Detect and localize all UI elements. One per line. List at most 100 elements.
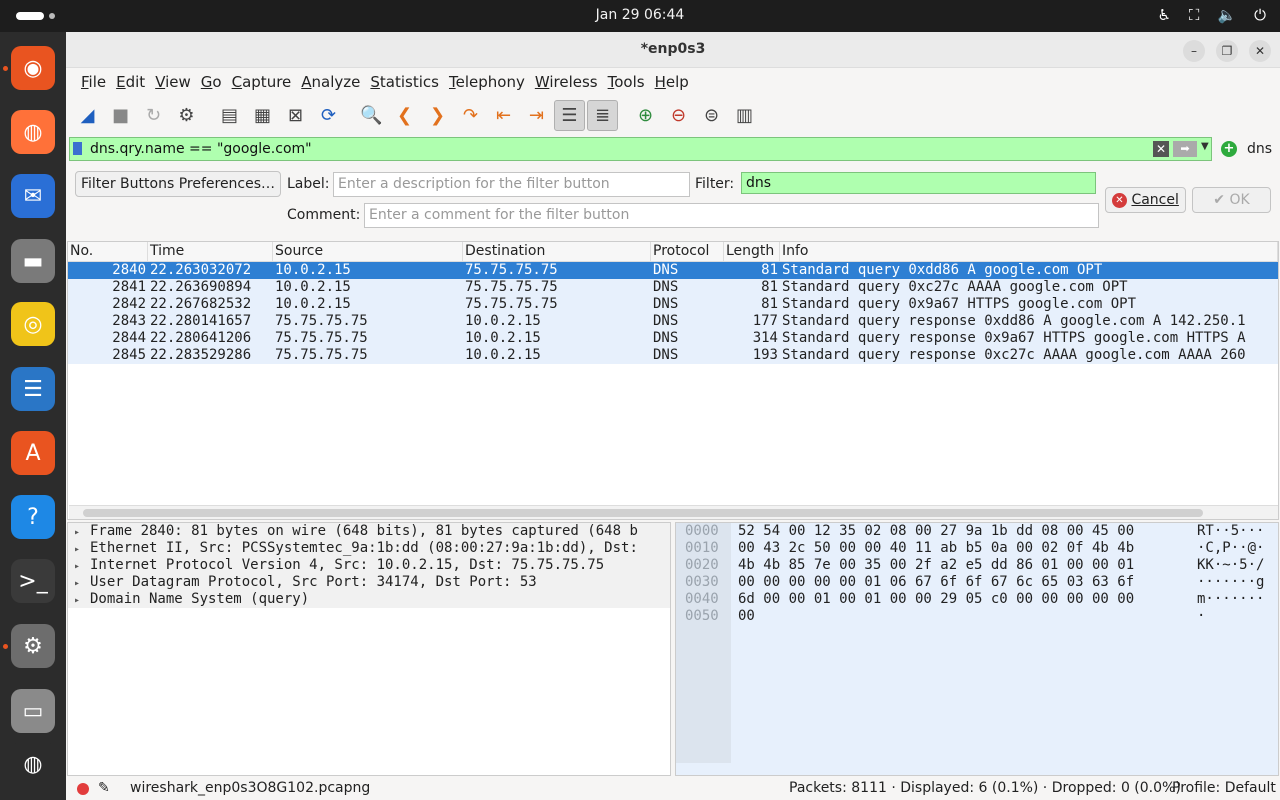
bookmark-icon[interactable]: [73, 142, 82, 155]
menu-wireless[interactable]: Wireless: [530, 73, 603, 91]
detail-tree-item[interactable]: ▸ User Datagram Protocol, Src Port: 34174…: [68, 574, 670, 591]
minimize-button[interactable]: –: [1183, 40, 1205, 62]
save-file-icon[interactable]: ▦: [247, 100, 278, 131]
packet-cell-no: 2843: [112, 313, 146, 329]
start-capture-icon[interactable]: ◢: [72, 100, 103, 131]
go-forward-icon[interactable]: ❯: [422, 100, 453, 131]
detail-tree-item[interactable]: ▸ Internet Protocol Version 4, Src: 10.0.…: [68, 557, 670, 574]
menu-go[interactable]: Go: [196, 73, 227, 91]
accessibility-icon[interactable]: ♿: [1157, 6, 1170, 24]
dock-rhythmbox-icon[interactable]: ◎: [11, 302, 55, 346]
auto-scroll-icon[interactable]: ☰: [554, 99, 585, 131]
close-button[interactable]: ✕: [1249, 40, 1271, 62]
system-tray[interactable]: ♿ ⛶ 🔈 ⏻: [1157, 6, 1266, 24]
filter-value-input[interactable]: dns: [741, 172, 1096, 194]
expand-arrow-icon[interactable]: ▸: [74, 558, 90, 575]
clear-filter-icon[interactable]: ✕: [1153, 141, 1169, 157]
column-header-length[interactable]: Length: [724, 242, 780, 261]
packet-list-hscrollbar[interactable]: [69, 505, 1278, 519]
packet-row[interactable]: 2843 22.280141657 75.75.75.75 10.0.2.15 DNS 1…: [68, 313, 1278, 330]
menu-view[interactable]: View: [150, 73, 196, 91]
wireshark-window: *enp0s3 – ❐ ✕ File Edit View Go Capture Analy…: [66, 32, 1280, 800]
comment-edit-icon[interactable]: ✎: [98, 780, 110, 796]
packet-row[interactable]: 2842 22.267682532 10.0.2.15 75.75.75.75 DNS 8…: [68, 296, 1278, 313]
dock-app-center-icon[interactable]: A: [11, 431, 55, 475]
column-header-no[interactable]: No.: [68, 242, 148, 261]
reload-file-icon[interactable]: ⟳: [313, 100, 344, 131]
menu-file[interactable]: File: [76, 73, 111, 91]
dock-settings-icon[interactable]: ⚙: [11, 624, 55, 668]
power-icon[interactable]: ⏻: [1254, 6, 1266, 24]
dock-disk-icon[interactable]: ▭: [11, 689, 55, 733]
packet-cell-proto: DNS: [653, 313, 679, 329]
open-file-icon[interactable]: ▤: [214, 100, 245, 131]
detail-tree-item[interactable]: ▸ Ethernet II, Src: PCSSystemtec_9a:1b:dd…: [68, 540, 670, 557]
dock-libreoffice-writer-icon[interactable]: ☰: [11, 367, 55, 411]
zoom-in-icon[interactable]: ⊕: [630, 100, 661, 131]
filter-button-dns[interactable]: dns: [1247, 141, 1272, 157]
bytes-hex: 52 54 00 12 35 02 08 00 27 9a 1b dd 08 0…: [738, 523, 1135, 539]
menu-analyze[interactable]: Analyze: [296, 73, 365, 91]
column-header-info[interactable]: Info: [780, 242, 1278, 261]
dock-terminal-icon[interactable]: >_: [11, 559, 55, 603]
go-back-icon[interactable]: ❮: [389, 100, 420, 131]
menu-capture[interactable]: Capture: [227, 73, 297, 91]
dock-thunderbird-icon[interactable]: ✉: [11, 174, 55, 218]
apply-filter-icon[interactable]: ➡: [1173, 141, 1197, 157]
go-to-packet-icon[interactable]: ↷: [455, 100, 486, 131]
packet-cell-info: Standard query response 0xdd86 A google.…: [782, 313, 1246, 329]
network-icon[interactable]: ⛶: [1189, 6, 1200, 24]
comment-input[interactable]: Enter a comment for the filter button: [364, 203, 1099, 228]
column-header-protocol[interactable]: Protocol: [651, 242, 724, 261]
expand-arrow-icon[interactable]: ▸: [74, 575, 90, 592]
normal-size-icon[interactable]: ⊜: [696, 100, 727, 131]
column-header-destination[interactable]: Destination: [463, 242, 651, 261]
expand-arrow-icon[interactable]: ▸: [74, 592, 90, 609]
profile-indicator[interactable]: Profile: Default: [1172, 780, 1276, 796]
menu-edit[interactable]: Edit: [111, 73, 150, 91]
column-header-time[interactable]: Time: [148, 242, 273, 261]
expand-arrow-icon[interactable]: ▸: [74, 524, 90, 541]
first-packet-icon[interactable]: ⇤: [488, 100, 519, 131]
expert-info-icon[interactable]: [77, 783, 89, 795]
volume-icon[interactable]: 🔈: [1217, 6, 1236, 24]
colorize-icon[interactable]: ≣: [587, 99, 618, 131]
zoom-out-icon[interactable]: ⊖: [663, 100, 694, 131]
menu-telephony[interactable]: Telephony: [444, 73, 530, 91]
dock-help-icon[interactable]: ?: [11, 495, 55, 539]
menu-help[interactable]: Help: [650, 73, 694, 91]
detail-tree-item[interactable]: ▸ Domain Name System (query): [68, 591, 670, 608]
clock[interactable]: Jan 29 06:44: [0, 7, 1280, 23]
detail-tree-item[interactable]: ▸ Frame 2840: 81 bytes on wire (648 bits)…: [68, 523, 670, 540]
dock-firefox-icon[interactable]: ◍: [11, 110, 55, 154]
filter-buttons-preferences-button[interactable]: Filter Buttons Preferences…: [75, 171, 281, 197]
menu-tools[interactable]: Tools: [603, 73, 650, 91]
last-packet-icon[interactable]: ⇥: [521, 100, 552, 131]
find-packet-icon[interactable]: 🔍: [356, 100, 387, 131]
packet-row[interactable]: 2844 22.280641206 75.75.75.75 10.0.2.15 DNS 3…: [68, 330, 1278, 347]
expand-arrow-icon[interactable]: ▸: [74, 541, 90, 558]
add-filter-button-icon[interactable]: +: [1221, 141, 1237, 157]
packet-row[interactable]: 2845 22.283529286 75.75.75.75 10.0.2.15 DNS 1…: [68, 347, 1278, 364]
packet-row[interactable]: 2841 22.263690894 10.0.2.15 75.75.75.75 DNS 8…: [68, 279, 1278, 296]
stop-capture-icon[interactable]: ■: [105, 100, 136, 131]
restart-capture-icon[interactable]: ↻: [138, 100, 169, 131]
dock-ubuntu-installer-icon[interactable]: ◉: [11, 46, 55, 90]
close-file-icon[interactable]: ⊠: [280, 100, 311, 131]
column-header-source[interactable]: Source: [273, 242, 463, 261]
dock-show-apps-icon[interactable]: ◍: [11, 742, 55, 786]
detail-text: User Datagram Protocol, Src Port: 34174,…: [90, 574, 537, 590]
maximize-button[interactable]: ❐: [1216, 40, 1238, 62]
filter-history-dropdown[interactable]: ▼: [1201, 141, 1209, 152]
capture-options-icon[interactable]: ⚙: [171, 100, 202, 131]
resize-columns-icon[interactable]: ▥: [729, 100, 760, 131]
menu-statistics[interactable]: Statistics: [365, 73, 444, 91]
packet-cell-no: 2840: [112, 262, 146, 278]
cancel-button[interactable]: ✕ Cancel: [1105, 187, 1186, 213]
display-filter-input[interactable]: dns.qry.name == "google.com": [69, 137, 1212, 161]
dock-files-icon[interactable]: ▬: [11, 239, 55, 283]
packet-cell-no: 2844: [112, 330, 146, 346]
ok-button[interactable]: ✔ OK: [1192, 187, 1271, 213]
packet-row[interactable]: 2840 22.263032072 10.0.2.15 75.75.75.75 DNS 8…: [68, 262, 1278, 279]
label-input[interactable]: Enter a description for the filter butto…: [333, 172, 690, 197]
